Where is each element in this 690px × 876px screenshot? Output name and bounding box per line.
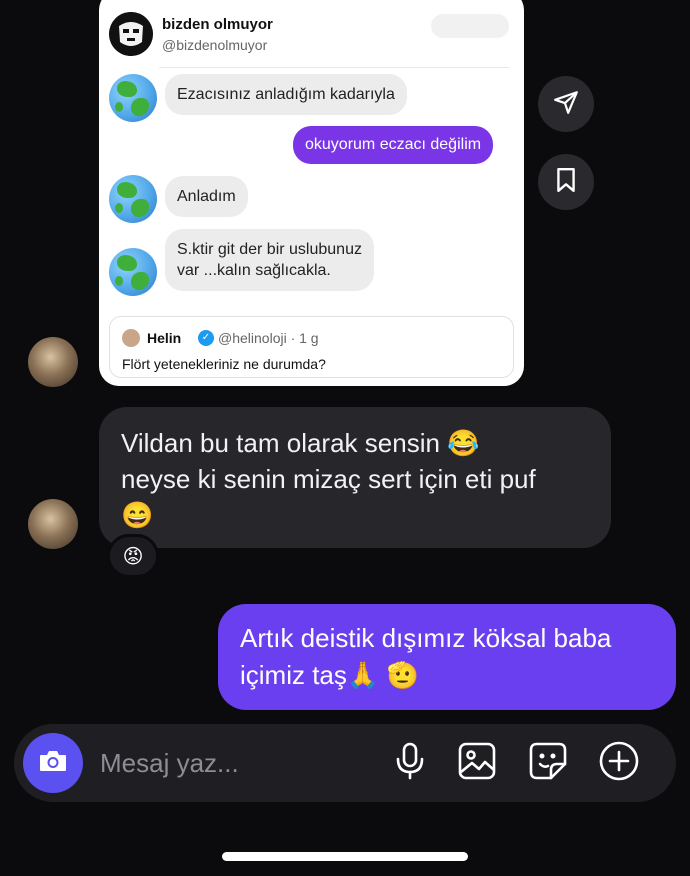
message-line: neyse ki senin mizaç sert için eti puf bbox=[121, 464, 536, 494]
post-message-in: S.ktir git der bir uslubunuz var ...kalı… bbox=[165, 229, 374, 291]
more-button[interactable] bbox=[598, 741, 640, 785]
sticker-icon bbox=[529, 742, 567, 784]
post-author-handle: @bizdenolmuyor bbox=[162, 37, 268, 53]
home-indicator[interactable] bbox=[222, 852, 468, 861]
post-message-in: Anladım bbox=[165, 176, 248, 217]
camera-button[interactable] bbox=[23, 733, 83, 793]
sticker-button[interactable] bbox=[527, 742, 569, 784]
message-line: Vildan bu tam olarak sensin 😂 bbox=[121, 428, 480, 458]
plus-icon bbox=[599, 741, 639, 785]
post-author-avatar bbox=[109, 12, 153, 56]
blurred-header-element bbox=[431, 14, 509, 38]
sender-avatar[interactable] bbox=[28, 499, 78, 549]
shared-post-card[interactable]: bizden olmuyor @bizdenolmuyor Ezacısınız… bbox=[99, 0, 524, 386]
quoted-author-name: Helin bbox=[147, 330, 182, 346]
message-input[interactable] bbox=[100, 746, 380, 780]
globe-avatar bbox=[109, 74, 157, 122]
post-author-name: bizden olmuyor bbox=[162, 16, 273, 33]
globe-avatar bbox=[109, 175, 157, 223]
quoted-post[interactable]: Helin ✓ @helinoloji · 1 g Flört yetenekl… bbox=[109, 316, 514, 378]
message-line: Artık deistik dışımız köksal baba bbox=[240, 623, 612, 653]
incoming-message-bubble[interactable]: Vildan bu tam olarak sensin 😂 neyse ki s… bbox=[99, 407, 611, 548]
message-line: içimiz taş🙏 🫡 bbox=[240, 660, 419, 690]
globe-avatar bbox=[109, 248, 157, 296]
quoted-author-handle: @helinoloji · 1 g bbox=[218, 330, 319, 346]
message-composer bbox=[14, 724, 676, 802]
post-divider bbox=[159, 67, 509, 68]
quoted-author-avatar bbox=[122, 329, 140, 347]
bookmark-icon bbox=[555, 167, 577, 197]
microphone-button[interactable] bbox=[389, 742, 431, 784]
quoted-post-text: Flört yetenekleriniz ne durumda? bbox=[122, 356, 326, 372]
paper-plane-icon bbox=[553, 89, 579, 119]
message-reaction[interactable]: 😡 bbox=[107, 534, 159, 578]
outgoing-message-bubble[interactable]: Artık deistik dışımız köksal baba içimiz… bbox=[218, 604, 676, 710]
post-message-out: okuyorum eczacı değilim bbox=[293, 126, 494, 164]
gallery-button[interactable] bbox=[456, 742, 498, 784]
post-header: bizden olmuyor @bizdenolmuyor bbox=[109, 12, 509, 56]
save-button[interactable] bbox=[538, 154, 594, 210]
post-message-in: Ezacısınız anladığım kadarıyla bbox=[165, 74, 407, 115]
image-icon bbox=[458, 742, 496, 784]
share-button[interactable] bbox=[538, 76, 594, 132]
message-line: 😄 bbox=[121, 500, 154, 530]
sender-avatar[interactable] bbox=[28, 337, 78, 387]
camera-icon bbox=[38, 748, 68, 778]
verified-badge-icon: ✓ bbox=[198, 330, 214, 346]
microphone-icon bbox=[394, 742, 426, 784]
